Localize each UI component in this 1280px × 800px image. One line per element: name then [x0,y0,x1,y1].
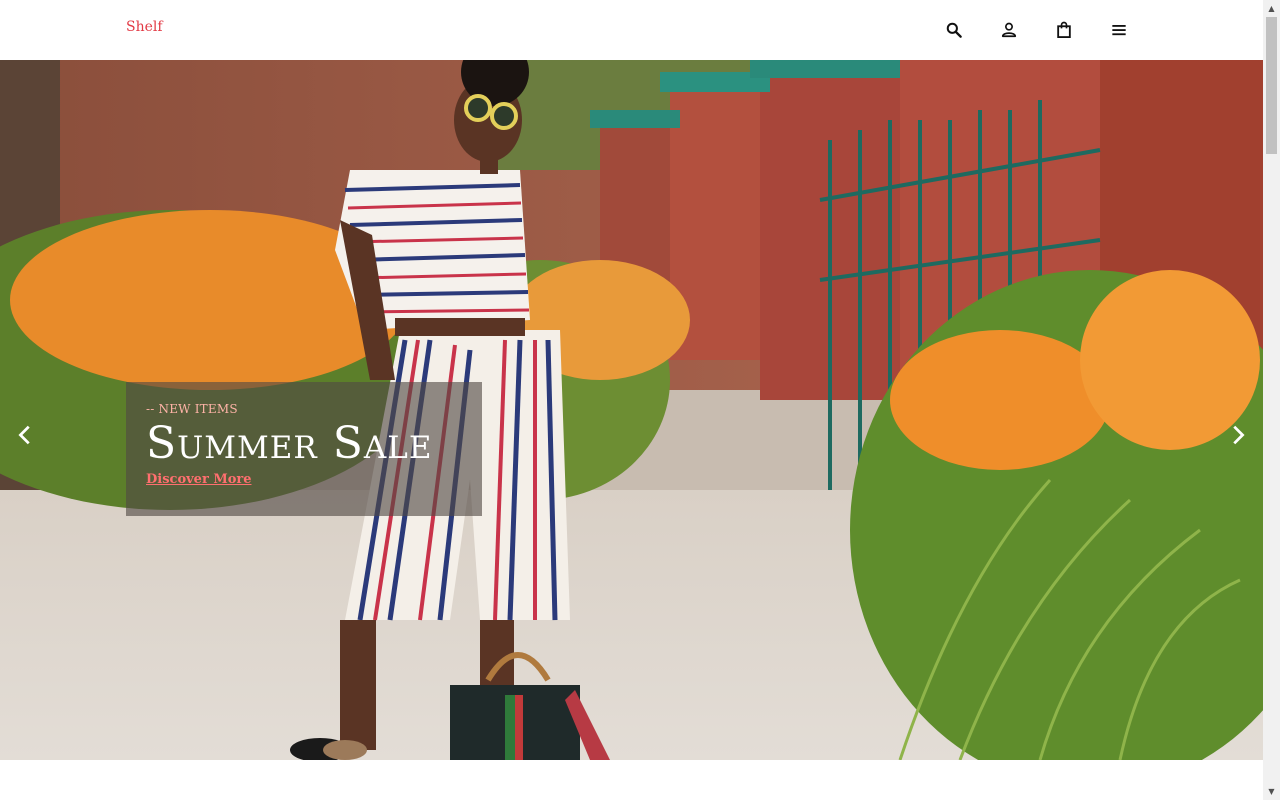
search-icon[interactable] [942,18,966,42]
hero-caption: -- NEW ITEMS Summer Sale Discover More [126,382,482,516]
chevron-left-icon [18,425,30,445]
hero-headline: Summer Sale [146,418,433,469]
hero-slider: -- NEW ITEMS Summer Sale Discover More [0,60,1263,760]
header-actions [942,18,1131,42]
prev-slide-button[interactable] [10,420,40,450]
scroll-up-arrow-icon[interactable]: ▲ [1263,0,1280,17]
shopping-bag-icon[interactable] [1052,18,1076,42]
user-icon[interactable] [997,18,1021,42]
scrollbar-thumb[interactable] [1266,17,1277,154]
next-slide-button[interactable] [1223,420,1253,450]
hero-eyebrow: -- NEW ITEMS [146,402,238,416]
brand-logo[interactable]: Shelf [126,19,163,35]
chevron-right-icon [1233,425,1245,445]
page-scrollbar[interactable]: ▲ ▼ [1263,0,1280,800]
site-header: Shelf [0,0,1263,60]
menu-icon[interactable] [1107,18,1131,42]
scroll-down-arrow-icon[interactable]: ▼ [1263,783,1280,800]
discover-more-link[interactable]: Discover More [146,472,252,487]
